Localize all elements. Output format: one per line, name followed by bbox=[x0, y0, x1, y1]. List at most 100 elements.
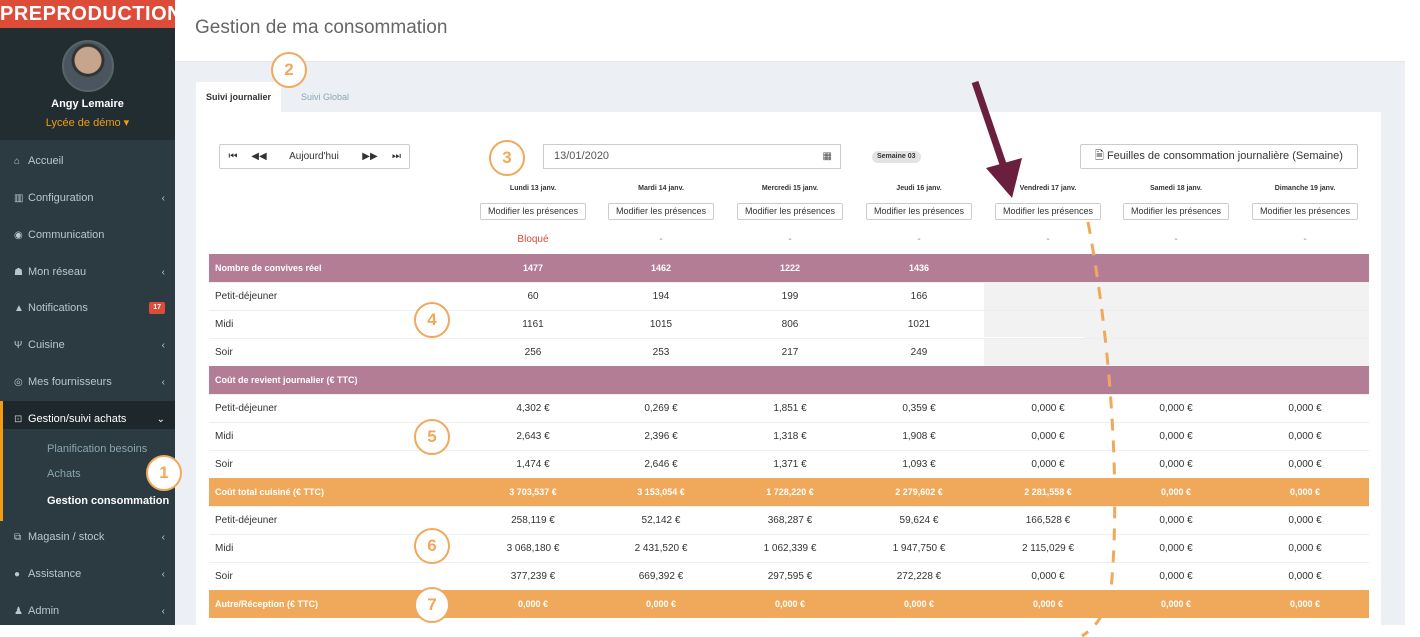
chevron-icon: ‹ bbox=[161, 532, 165, 543]
eye-icon: ◎ bbox=[14, 377, 23, 388]
table-cell: 1 728,220 € bbox=[766, 487, 814, 497]
table-cell: 166 bbox=[910, 291, 928, 302]
table-cell: 2,643 € bbox=[516, 431, 550, 442]
table-cell: 249 bbox=[910, 347, 928, 358]
tab-suivi-journalier[interactable]: Suivi journalier bbox=[196, 82, 282, 112]
info-icon: ● bbox=[14, 569, 21, 580]
row-label: Coût de revient journalier (€ TTC) bbox=[215, 375, 358, 385]
page-header: Gestion de ma consommation bbox=[175, 0, 1405, 62]
table-cell: 368,287 € bbox=[767, 515, 813, 526]
edit-attendance-button[interactable]: Modifier les présences bbox=[737, 203, 843, 220]
sidebar-item-label: Notifications bbox=[28, 302, 88, 314]
sidebar-item-2[interactable]: ◉ Communication bbox=[0, 217, 175, 254]
table-cell: 60 bbox=[527, 291, 539, 302]
table-cell: 217 bbox=[781, 347, 799, 358]
table-cell: 1,474 € bbox=[516, 459, 550, 470]
table-cell: 1,851 € bbox=[773, 403, 807, 414]
table-cell: 0,000 € bbox=[1159, 459, 1193, 470]
edit-attendance-button[interactable]: Modifier les présences bbox=[1123, 203, 1229, 220]
sidebar-item-4[interactable]: ▲ Notifications 17 bbox=[0, 290, 175, 327]
table-row: Midi 2,643 € 2,396 € 1,318 € 1,908 € 0,000 € 0… bbox=[209, 422, 1369, 450]
table-cell: 297,595 € bbox=[767, 571, 813, 582]
consumption-sheets-button[interactable]: 🗎 Feuilles de consommation journalière (… bbox=[1080, 144, 1358, 169]
table-cell: 2 431,520 € bbox=[634, 543, 688, 554]
date-value: 13/01/2020 bbox=[554, 150, 610, 162]
dashed-path bbox=[1081, 221, 1117, 637]
table-cell: 3 068,180 € bbox=[506, 543, 560, 554]
bank-icon: ▥ bbox=[14, 193, 24, 204]
sidebar-item-1[interactable]: ▥ Configuration ‹ bbox=[0, 180, 175, 217]
edit-attendance-button[interactable]: Modifier les présences bbox=[480, 203, 586, 220]
notification-count-badge: 17 bbox=[149, 302, 165, 314]
table-cell: 0,000 € bbox=[1159, 543, 1193, 554]
page-title: Gestion de ma consommation bbox=[195, 17, 448, 38]
sidebar-item-6[interactable]: ◎ Mes fournisseurs ‹ bbox=[0, 364, 175, 401]
sidebar-item-8[interactable]: ⧉ Magasin / stock ‹ bbox=[0, 519, 175, 556]
table-cell: 1015 bbox=[649, 319, 673, 330]
table-row: Petit-déjeuner 4,302 € 0,269 € 1,851 € 0,359… bbox=[209, 394, 1369, 422]
table-cell: 253 bbox=[652, 347, 670, 358]
first-week-button[interactable]: ⏮ bbox=[220, 145, 246, 168]
table-cell: 0,000 € bbox=[645, 599, 677, 609]
edit-attendance-button[interactable]: Modifier les présences bbox=[866, 203, 972, 220]
row-label: Petit-déjeuner bbox=[215, 403, 278, 414]
sidebar-item-9[interactable]: ● Assistance ‹ bbox=[0, 556, 175, 593]
next-week-button[interactable]: ▶▶ bbox=[356, 145, 384, 168]
row-label: Nombre de convives réel bbox=[215, 263, 322, 273]
sidebar-item-0[interactable]: ⌂ Accueil bbox=[0, 143, 175, 180]
table-cell: 1,318 € bbox=[773, 431, 807, 442]
user-plus-icon: ♟ bbox=[14, 606, 23, 617]
submenu-item-achats[interactable]: Achats bbox=[47, 468, 81, 480]
table-cell: 0,000 € bbox=[1159, 571, 1193, 582]
sidebar-item-3[interactable]: ☗ Mon réseau ‹ bbox=[0, 254, 175, 291]
sidebar-item-label: Configuration bbox=[28, 192, 94, 204]
table-cell: 0,000 € bbox=[1160, 487, 1192, 497]
table-cell: 377,239 € bbox=[510, 571, 556, 582]
day-header: Mardi 14 janv. bbox=[638, 185, 684, 192]
edit-attendance-button[interactable]: Modifier les présences bbox=[608, 203, 714, 220]
annotation-marker: 6 bbox=[414, 528, 450, 564]
tab-suivi-global[interactable]: Suivi Global bbox=[291, 82, 359, 112]
edit-attendance-button[interactable]: Modifier les présences bbox=[1252, 203, 1358, 220]
previous-week-button[interactable]: ◀◀ bbox=[246, 145, 272, 168]
sidebar-item-5[interactable]: Ψ Cuisine ‹ bbox=[0, 327, 175, 364]
submenu-item-planification[interactable]: Planification besoins bbox=[47, 443, 147, 455]
day-status: - bbox=[659, 234, 663, 245]
avatar bbox=[61, 40, 114, 92]
table-section-header: Nombre de convives réel 1477 1462 1222 1436 bbox=[209, 254, 1369, 282]
row-label: Midi bbox=[215, 319, 234, 330]
row-label: Autre/Réception (€ TTC) bbox=[215, 599, 319, 609]
table-cell: 0,000 € bbox=[1159, 515, 1193, 526]
table-cell: 2,646 € bbox=[644, 459, 678, 470]
row-label: Coût total cuisiné (€ TTC) bbox=[215, 487, 324, 497]
table-cell: 0,000 € bbox=[1288, 515, 1322, 526]
last-week-button[interactable]: ⏭ bbox=[384, 145, 409, 168]
school-selector[interactable]: Lycée de démo ▾ bbox=[0, 116, 175, 129]
table-row: Petit-déjeuner 60 194 199 166 bbox=[209, 282, 1369, 310]
today-button[interactable]: Aujourd'hui bbox=[272, 145, 356, 168]
sidebar-item-10[interactable]: ♟ Admin ‹ bbox=[0, 593, 175, 630]
table-cell: 2,396 € bbox=[644, 431, 678, 442]
date-field[interactable]: 13/01/2020 ▦ bbox=[543, 144, 841, 169]
users-icon: ☗ bbox=[14, 267, 23, 278]
row-label: Soir bbox=[215, 459, 233, 470]
table-cell: 0,000 € bbox=[903, 599, 935, 609]
cubes-icon: ⧉ bbox=[14, 532, 22, 543]
sidebar-item-label: Cuisine bbox=[28, 339, 65, 351]
table-row: Soir 1,474 € 2,646 € 1,371 € 1,093 € 0,000 € 0… bbox=[209, 450, 1369, 478]
submenu-item-gestion-consommation[interactable]: Gestion consommation bbox=[47, 495, 169, 507]
table-cell: 1,371 € bbox=[773, 459, 807, 470]
table-cell: 1222 bbox=[779, 263, 801, 273]
table-cell: 0,000 € bbox=[774, 599, 806, 609]
sidebar: PREPRODUCTION Angy Lemaire Lycée de démo… bbox=[0, 0, 182, 625]
annotation-marker: 3 bbox=[489, 140, 525, 176]
table-row: Soir 256 253 217 249 bbox=[209, 338, 1369, 366]
annotation-marker: 1 bbox=[146, 455, 182, 491]
calendar-icon[interactable]: ▦ bbox=[823, 145, 832, 168]
table-cell: 3 703,537 € bbox=[509, 487, 557, 497]
home-icon: ⌂ bbox=[14, 156, 21, 167]
chevron-icon: ‹ bbox=[161, 340, 165, 351]
table-cell: 0,000 € bbox=[1289, 599, 1321, 609]
annotation-marker: 5 bbox=[414, 419, 450, 455]
comments-icon: ◉ bbox=[14, 230, 23, 241]
